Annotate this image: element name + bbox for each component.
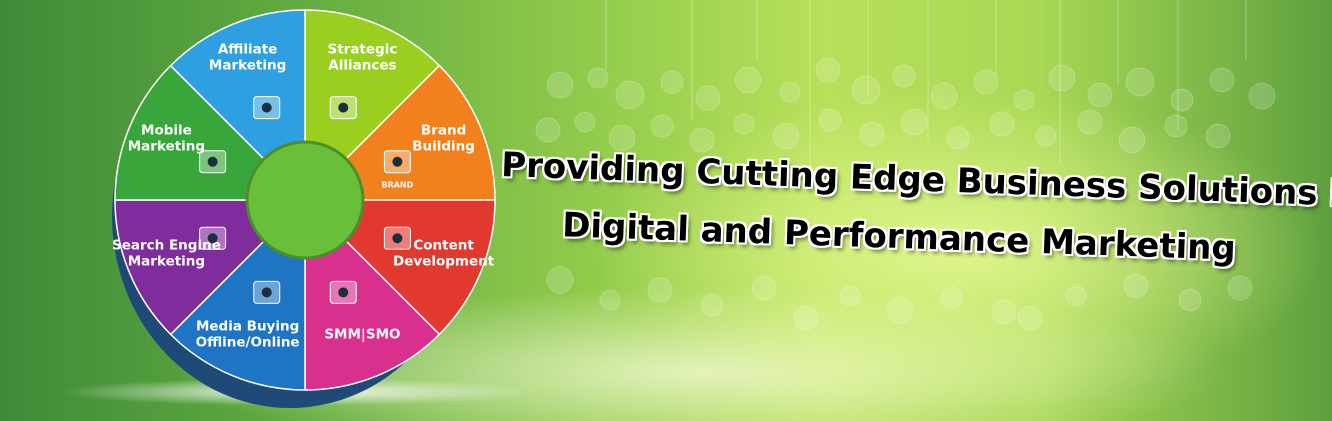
hero-banner: Strategic Alliances Brand Building Content De… <box>0 0 1332 421</box>
segment-label-affiliate-marketing: Affiliate Marketing <box>209 41 286 73</box>
wheel-hub <box>245 140 365 260</box>
segment-label-strategic-alliances: Strategic Alliances <box>327 41 397 73</box>
brand-stamp-text: BRAND <box>381 181 413 190</box>
search-magnifier-icon <box>199 226 227 250</box>
wheel-graphic: Strategic AlliancesBrand BuildingContent De… <box>60 9 540 408</box>
mobile-phone-icon <box>199 150 227 174</box>
team-people-icon <box>329 96 357 120</box>
affiliate-network-icon <box>253 96 281 120</box>
brand-stamp-icon <box>383 150 411 174</box>
tablet-icon <box>329 280 357 304</box>
segment-label-media-buying: Media Buying Offline/Online <box>196 319 300 351</box>
services-wheel: Strategic Alliances Brand Building Content De… <box>0 0 540 421</box>
news-media-icon <box>253 280 281 304</box>
documents-icon <box>383 226 411 250</box>
segment-label-brand-building: Brand Building <box>412 123 475 155</box>
segment-label-smm-smo: SMM|SMO <box>324 327 400 343</box>
